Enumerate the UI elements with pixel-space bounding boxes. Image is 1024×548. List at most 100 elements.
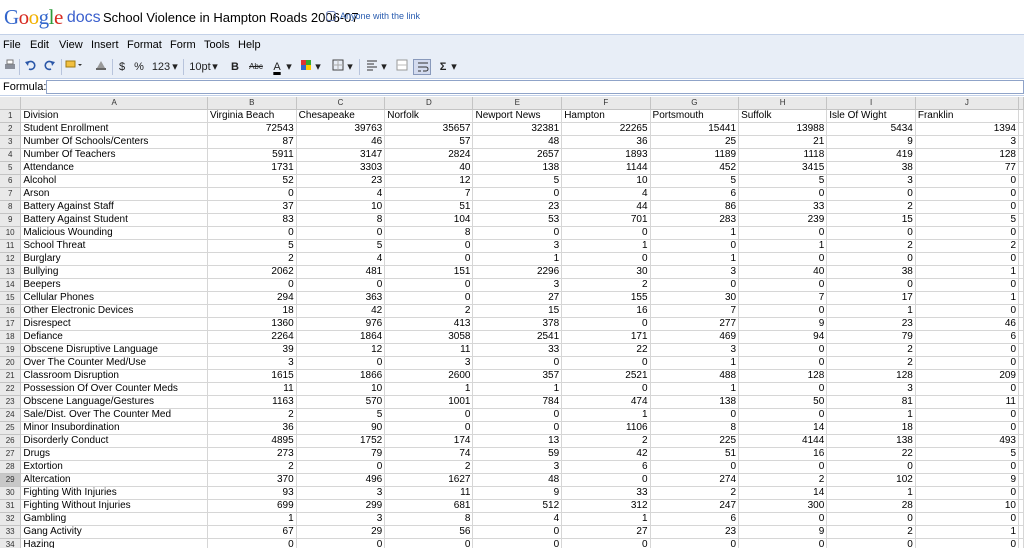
cell-a14[interactable]: Beepers <box>20 278 208 292</box>
cell-f26[interactable]: 2 <box>561 434 651 448</box>
cell-h9[interactable]: 239 <box>738 213 828 227</box>
cell-g33[interactable]: 23 <box>650 525 740 539</box>
cell-k11[interactable] <box>1018 239 1024 253</box>
cell-g21[interactable]: 488 <box>650 369 740 383</box>
cell-a16[interactable]: Other Electronic Devices <box>20 304 208 318</box>
cell-e23[interactable]: 784 <box>472 395 563 409</box>
cell-i22[interactable]: 3 <box>826 382 916 396</box>
currency-format-button[interactable]: $ <box>117 59 127 75</box>
cell-j13[interactable]: 1 <box>915 265 1020 279</box>
cell-a2[interactable]: Student Enrollment <box>20 122 208 136</box>
cell-i31[interactable]: 28 <box>826 499 916 513</box>
cell-j24[interactable]: 0 <box>915 408 1020 422</box>
menu-file[interactable]: File <box>3 39 21 51</box>
cell-e25[interactable]: 0 <box>472 421 563 435</box>
row-header[interactable]: 27 <box>0 447 22 461</box>
cell-a21[interactable]: Classroom Disruption <box>20 369 208 383</box>
cell-h3[interactable]: 21 <box>738 135 828 149</box>
cell-a12[interactable]: Burglary <box>20 252 208 266</box>
cell-i5[interactable]: 38 <box>826 161 916 175</box>
cell-e16[interactable]: 15 <box>472 304 563 318</box>
cell-i3[interactable]: 9 <box>826 135 916 149</box>
cell-b16[interactable]: 18 <box>207 304 297 318</box>
cell-g4[interactable]: 1189 <box>650 148 740 162</box>
cell-k5[interactable] <box>1018 161 1024 175</box>
chevron-down-icon[interactable]: ▾ <box>171 59 179 75</box>
cell-g1[interactable]: Portsmouth <box>650 109 740 123</box>
cell-c3[interactable]: 46 <box>296 135 386 149</box>
cell-g10[interactable]: 1 <box>650 226 740 240</box>
cell-c14[interactable]: 0 <box>296 278 386 292</box>
cell-e34[interactable]: 0 <box>472 538 563 548</box>
cell-h32[interactable]: 0 <box>738 512 828 526</box>
cell-d14[interactable]: 0 <box>384 278 474 292</box>
cell-a24[interactable]: Sale/Dist. Over The Counter Med <box>20 408 208 422</box>
cell-c15[interactable]: 363 <box>296 291 386 305</box>
cell-b3[interactable]: 87 <box>207 135 297 149</box>
cell-b22[interactable]: 11 <box>207 382 297 396</box>
wrap-text-icon[interactable] <box>413 59 431 75</box>
cell-h5[interactable]: 3415 <box>738 161 828 175</box>
cell-c20[interactable]: 0 <box>296 356 386 370</box>
row-header[interactable]: 29 <box>0 473 22 487</box>
row-header[interactable]: 23 <box>0 395 22 409</box>
cell-d5[interactable]: 40 <box>384 161 474 175</box>
cell-g7[interactable]: 6 <box>650 187 740 201</box>
cell-k6[interactable] <box>1018 174 1024 188</box>
cell-e15[interactable]: 27 <box>472 291 563 305</box>
cell-i21[interactable]: 128 <box>826 369 916 383</box>
cell-b7[interactable]: 0 <box>207 187 297 201</box>
cell-k34[interactable] <box>1018 538 1024 548</box>
cell-e29[interactable]: 48 <box>472 473 563 487</box>
cell-c22[interactable]: 10 <box>296 382 386 396</box>
cell-h13[interactable]: 40 <box>738 265 828 279</box>
cell-f34[interactable]: 0 <box>561 538 651 548</box>
row-header[interactable]: 19 <box>0 343 22 357</box>
cell-b19[interactable]: 39 <box>207 343 297 357</box>
cell-d18[interactable]: 3058 <box>384 330 474 344</box>
cell-h14[interactable]: 0 <box>738 278 828 292</box>
cell-i11[interactable]: 2 <box>826 239 916 253</box>
cell-f1[interactable]: Hampton <box>561 109 651 123</box>
row-header[interactable]: 14 <box>0 278 22 292</box>
cell-g26[interactable]: 225 <box>650 434 740 448</box>
cell-e5[interactable]: 138 <box>472 161 563 175</box>
cell-j19[interactable]: 0 <box>915 343 1020 357</box>
chevron-down-icon[interactable]: ▾ <box>314 59 322 75</box>
cell-g13[interactable]: 3 <box>650 265 740 279</box>
cell-d10[interactable]: 8 <box>384 226 474 240</box>
formula-input[interactable] <box>46 80 1024 94</box>
cell-k15[interactable] <box>1018 291 1024 305</box>
cell-g29[interactable]: 274 <box>650 473 740 487</box>
fill-color-icon[interactable] <box>298 59 314 75</box>
cell-i23[interactable]: 81 <box>826 395 916 409</box>
cell-f33[interactable]: 27 <box>561 525 651 539</box>
cell-j11[interactable]: 2 <box>915 239 1020 253</box>
row-header[interactable]: 26 <box>0 434 22 448</box>
cell-f16[interactable]: 16 <box>561 304 651 318</box>
cell-i26[interactable]: 138 <box>826 434 916 448</box>
cell-e18[interactable]: 2541 <box>472 330 563 344</box>
column-header-e[interactable]: E <box>472 97 563 110</box>
cell-h24[interactable]: 0 <box>738 408 828 422</box>
cell-f20[interactable]: 0 <box>561 356 651 370</box>
cell-g11[interactable]: 0 <box>650 239 740 253</box>
cell-g31[interactable]: 247 <box>650 499 740 513</box>
cell-b1[interactable]: Virginia Beach <box>207 109 297 123</box>
cell-i28[interactable]: 0 <box>826 460 916 474</box>
cell-h34[interactable]: 0 <box>738 538 828 548</box>
cell-g24[interactable]: 0 <box>650 408 740 422</box>
cell-j16[interactable]: 0 <box>915 304 1020 318</box>
cell-c25[interactable]: 90 <box>296 421 386 435</box>
cell-a25[interactable]: Minor Insubordination <box>20 421 208 435</box>
cell-k26[interactable] <box>1018 434 1024 448</box>
row-header[interactable]: 11 <box>0 239 22 253</box>
cell-j29[interactable]: 9 <box>915 473 1020 487</box>
cell-c16[interactable]: 42 <box>296 304 386 318</box>
cell-c28[interactable]: 0 <box>296 460 386 474</box>
cell-g3[interactable]: 25 <box>650 135 740 149</box>
cell-c33[interactable]: 29 <box>296 525 386 539</box>
cell-h20[interactable]: 0 <box>738 356 828 370</box>
cell-h33[interactable]: 9 <box>738 525 828 539</box>
cell-k10[interactable] <box>1018 226 1024 240</box>
